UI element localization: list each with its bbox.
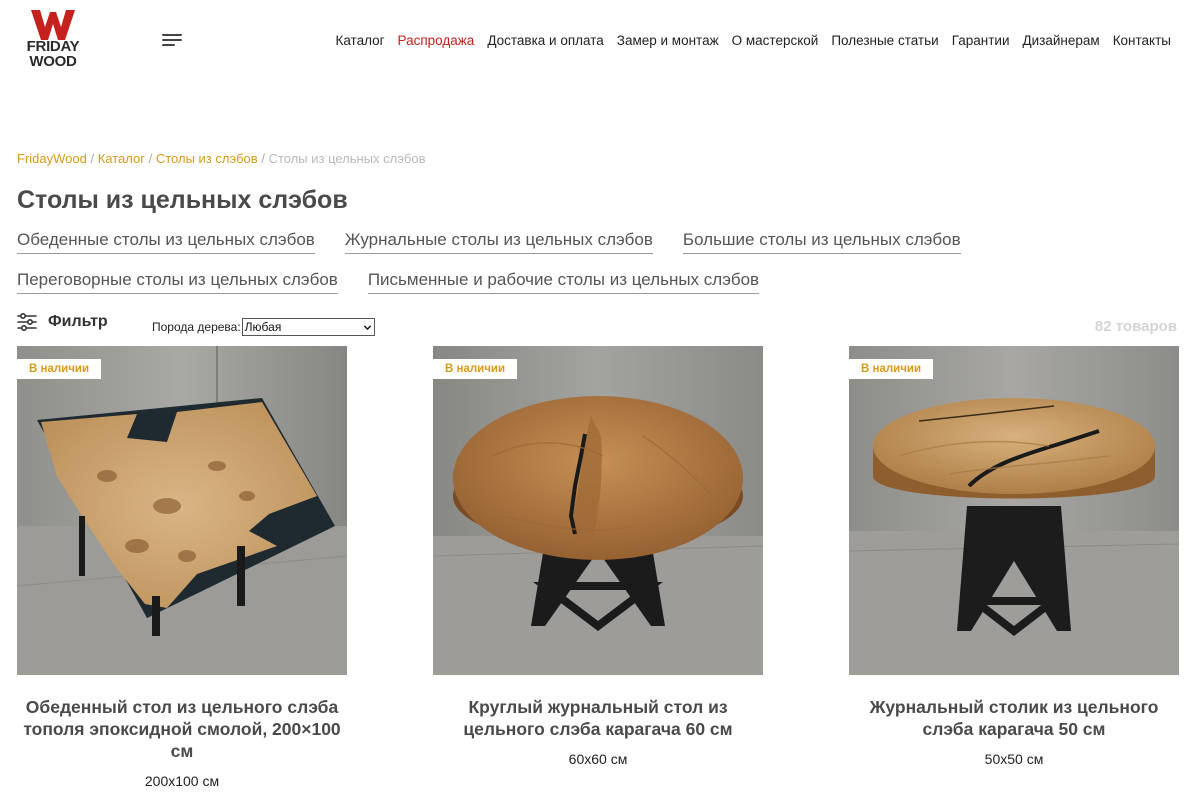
logo[interactable]: FRIDAY WOOD bbox=[17, 10, 89, 70]
nav-catalog[interactable]: Каталог bbox=[335, 32, 384, 49]
subcategory-meeting[interactable]: Переговорные столы из цельных слэбов bbox=[17, 270, 338, 294]
side-table-image bbox=[849, 346, 1179, 675]
sliders-icon bbox=[17, 313, 37, 331]
in-stock-badge: В наличии bbox=[17, 359, 102, 379]
wood-type-select[interactable]: Любая bbox=[241, 318, 375, 336]
menu-icon[interactable] bbox=[162, 34, 182, 48]
breadcrumb-slab-tables[interactable]: Столы из слэбов bbox=[156, 151, 258, 166]
wood-type-value: Любая bbox=[244, 320, 282, 334]
breadcrumb-separator: / bbox=[90, 151, 95, 166]
nav-articles[interactable]: Полезные статьи bbox=[831, 32, 938, 49]
product-card[interactable]: В наличии Круглый журнальный стол из цел… bbox=[433, 346, 763, 767]
breadcrumb: FridayWood / Каталог / Столы из слэбов /… bbox=[17, 151, 425, 167]
product-image[interactable]: В наличии bbox=[849, 346, 1179, 675]
logo-line1: FRIDAY bbox=[26, 38, 80, 55]
subcategory-dining[interactable]: Обеденные столы из цельных слэбов bbox=[17, 230, 315, 254]
nav-contacts[interactable]: Контакты bbox=[1113, 32, 1171, 49]
subcategory-links: Обеденные столы из цельных слэбов Журнал… bbox=[17, 230, 1177, 310]
wood-type-label: Порода дерева: bbox=[152, 320, 241, 334]
nav-sale[interactable]: Распродажа bbox=[398, 32, 475, 49]
breadcrumb-separator: / bbox=[148, 151, 153, 166]
subcategory-row: Переговорные столы из цельных слэбов Пис… bbox=[17, 270, 1177, 294]
nav-warranty[interactable]: Гарантии bbox=[952, 32, 1010, 49]
product-title[interactable]: Журнальный столик из цельного слэба кара… bbox=[849, 696, 1179, 740]
subcategory-desk[interactable]: Письменные и рабочие столы из цельных сл… bbox=[367, 270, 760, 294]
subcategory-coffee[interactable]: Журнальные столы из цельных слэбов bbox=[344, 230, 653, 254]
breadcrumb-home[interactable]: FridayWood bbox=[17, 151, 87, 166]
logo-line2: WOOD bbox=[29, 53, 77, 70]
product-size: 60x60 см bbox=[568, 751, 628, 767]
breadcrumb-current: Столы из цельных слэбов bbox=[268, 151, 426, 166]
product-image[interactable]: В наличии bbox=[433, 346, 763, 675]
product-size: 50x50 см bbox=[984, 751, 1044, 767]
product-size: 200x100 см bbox=[144, 773, 220, 789]
chevron-down-icon bbox=[363, 324, 371, 330]
wood-type-filter: Порода дерева: Любая bbox=[152, 318, 375, 336]
product-image[interactable]: В наличии bbox=[17, 346, 347, 675]
breadcrumb-catalog[interactable]: Каталог bbox=[98, 151, 145, 166]
filter-label: Фильтр bbox=[48, 313, 108, 330]
product-card[interactable]: В наличии Обеденный стол из цельного слэ… bbox=[17, 346, 347, 789]
main-nav: Каталог Распродажа Доставка и оплата Зам… bbox=[335, 32, 1171, 49]
product-count: 82 товаров bbox=[1094, 318, 1177, 335]
product-title[interactable]: Круглый журнальный стол из цельного слэб… bbox=[433, 696, 763, 740]
subcategory-row: Обеденные столы из цельных слэбов Журнал… bbox=[17, 230, 1177, 254]
nav-about[interactable]: О мастерской bbox=[732, 32, 819, 49]
nav-delivery[interactable]: Доставка и оплата bbox=[487, 32, 603, 49]
nav-measure[interactable]: Замер и монтаж bbox=[617, 32, 719, 49]
in-stock-badge: В наличии bbox=[433, 359, 518, 379]
round-table-image bbox=[433, 346, 763, 675]
nav-designers[interactable]: Дизайнерам bbox=[1023, 32, 1100, 49]
subcategory-large[interactable]: Большие столы из цельных слэбов bbox=[682, 230, 961, 254]
epoxy-table-image bbox=[17, 346, 347, 675]
breadcrumb-separator: / bbox=[261, 151, 265, 166]
filter-button[interactable]: Фильтр bbox=[17, 312, 108, 332]
product-card[interactable]: В наличии Журнальный столик из цельного … bbox=[849, 346, 1179, 767]
in-stock-badge: В наличии bbox=[849, 359, 934, 379]
logo-w-mark bbox=[31, 10, 75, 40]
page-title: Столы из цельных слэбов bbox=[17, 186, 348, 214]
product-title[interactable]: Обеденный стол из цельного слэба тополя … bbox=[17, 696, 347, 762]
